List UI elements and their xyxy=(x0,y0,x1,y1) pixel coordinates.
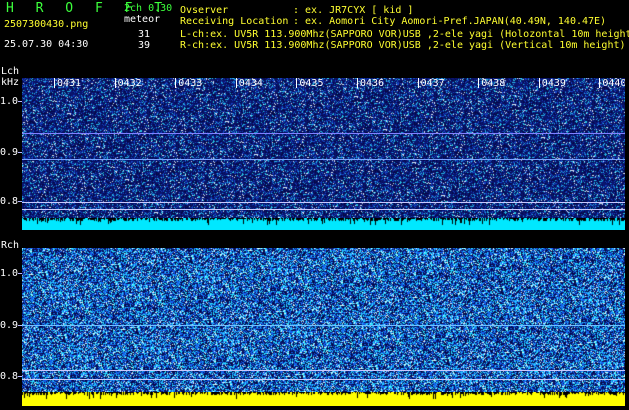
lch-ytick-0-8: 0.8 xyxy=(0,196,19,207)
lch-spectrogram: 0431 0432 0433 0434 0435 0436 0437 0438 0439 0440 xyxy=(22,78,625,218)
observer-label: Ovserver xyxy=(180,5,229,16)
lch-signal-line xyxy=(22,133,625,134)
timestamp: 25.07.30 04:30 xyxy=(4,39,89,50)
rch-ytick-0-8: 0.8 xyxy=(0,371,19,382)
rch-level-bar xyxy=(22,392,625,406)
time-tick-label: 0437 xyxy=(420,78,445,89)
location-value: : ex. Aomori City Aomori-Pref.JAPAN(40.4… xyxy=(293,16,607,27)
lch-meteor-count: 31 xyxy=(138,29,151,40)
header: H R O F F T 2507300430.png 25.07.30 04:3… xyxy=(0,0,629,66)
mode-label: 2ch 0.30 xyxy=(124,3,173,14)
rch-reference-line xyxy=(22,379,625,380)
time-tick-label: 0438 xyxy=(481,78,506,89)
file-name: 2507300430.png xyxy=(4,19,89,30)
rch-panel: Rch 1.0 0.9 0.8 xyxy=(0,238,629,410)
time-tick-mark xyxy=(538,78,540,88)
time-tick-mark xyxy=(417,78,419,88)
time-tick-label: 0440 xyxy=(602,78,625,89)
time-tick-label: 0439 xyxy=(541,78,566,89)
time-tick-mark xyxy=(478,78,480,88)
time-tick-label: 0434 xyxy=(238,78,263,89)
observer-value: : ex. JR7CYX [ kid ] xyxy=(293,5,414,16)
rch-spectrogram xyxy=(22,248,625,392)
lch-ytick-0-9: 0.9 xyxy=(0,147,19,158)
time-tick-mark xyxy=(54,78,55,88)
lch-level-bar xyxy=(22,218,625,230)
lch-unit-label: kHz xyxy=(1,77,20,88)
rch-ytick-1-0: 1.0 xyxy=(0,268,19,279)
time-tick-mark xyxy=(114,78,116,88)
lch-label: Lch xyxy=(1,66,20,77)
time-tick-mark xyxy=(599,78,601,88)
time-tick-label: 0435 xyxy=(299,78,324,89)
lch-panel: Lch kHz 1.0 0.9 0.8 0431 0432 0433 0434 0435… xyxy=(0,66,629,230)
time-tick-mark xyxy=(235,78,237,88)
lch-ytick-1-0: 1.0 xyxy=(0,96,19,107)
rch-signal-line xyxy=(22,325,625,326)
rch-label: Rch xyxy=(1,240,20,251)
rch-reference-line xyxy=(22,370,625,371)
rch-receiver-info: R-ch:ex. UV5R 113.900Mhz(SAPPORO VOR)USB… xyxy=(180,40,626,51)
time-tick-mark xyxy=(175,78,177,88)
lch-reference-line xyxy=(22,209,625,210)
lch-receiver-info: L-ch:ex. UV5R 113.900Mhz(SAPPORO VOR)USB… xyxy=(180,29,629,40)
lch-spectrogram-canvas xyxy=(22,78,625,218)
rch-ytick-0-9: 0.9 xyxy=(0,320,19,331)
lch-signal-line xyxy=(22,159,625,160)
meteor-label: meteor xyxy=(124,14,161,25)
rch-meteor-count: 39 xyxy=(138,40,151,51)
time-tick-mark xyxy=(296,78,298,88)
time-tick-mark xyxy=(357,78,358,88)
location-label: Receiving Location xyxy=(180,16,289,27)
lch-reference-line xyxy=(22,202,625,203)
time-tick-label: 0436 xyxy=(360,78,385,89)
time-tick-label: 0432 xyxy=(117,78,142,89)
time-tick-label: 0433 xyxy=(178,78,203,89)
time-tick-label: 0431 xyxy=(57,78,82,89)
